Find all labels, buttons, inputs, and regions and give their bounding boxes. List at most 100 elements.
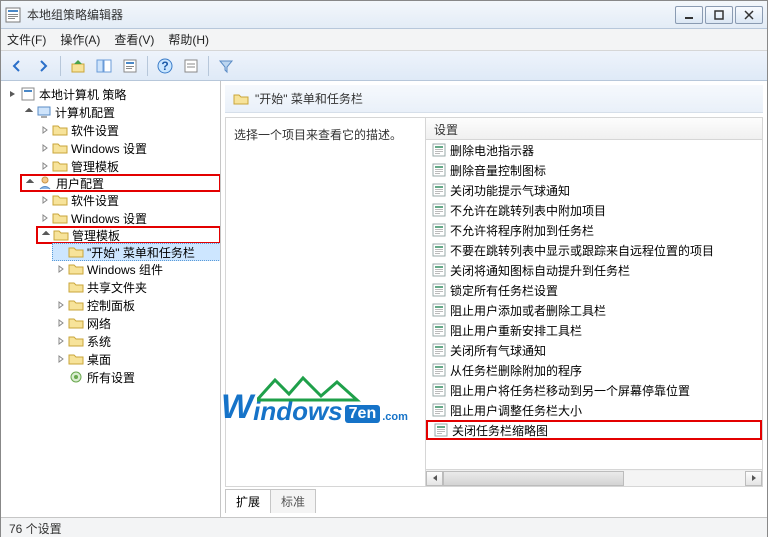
folder-icon bbox=[52, 210, 68, 226]
list-item[interactable]: 不允许在跳转列表中附加项目 bbox=[426, 200, 762, 220]
maximize-button[interactable] bbox=[705, 6, 733, 24]
tree-label: 控制面板 bbox=[87, 297, 135, 314]
expand-icon[interactable] bbox=[55, 335, 67, 347]
expand-icon[interactable] bbox=[55, 353, 67, 365]
tab-standard[interactable]: 标准 bbox=[270, 489, 316, 513]
folder-icon bbox=[68, 279, 84, 295]
tree-shared-folders[interactable]: 共享文件夹 bbox=[53, 278, 220, 296]
setting-icon bbox=[432, 283, 446, 297]
list-item[interactable]: 阻止用户重新安排工具栏 bbox=[426, 320, 762, 340]
expand-icon[interactable] bbox=[39, 124, 51, 136]
tab-extended[interactable]: 扩展 bbox=[225, 489, 271, 513]
list-item-label: 关闭将通知图标自动提升到任务栏 bbox=[450, 262, 630, 279]
collapse-icon[interactable] bbox=[7, 88, 19, 100]
list-item[interactable]: 阻止用户添加或者删除工具栏 bbox=[426, 300, 762, 320]
detail-pane: "开始" 菜单和任务栏 选择一个项目来查看它的描述。 设置 删除电池指示器删除音… bbox=[221, 81, 767, 517]
expand-icon[interactable] bbox=[39, 142, 51, 154]
menu-view[interactable]: 查看(V) bbox=[114, 31, 154, 48]
tree-label: 系统 bbox=[87, 333, 111, 350]
expand-icon[interactable] bbox=[55, 317, 67, 329]
list-item-label: 关闭所有气球通知 bbox=[450, 342, 546, 359]
forward-button[interactable] bbox=[31, 54, 55, 78]
folder-icon bbox=[52, 158, 68, 174]
toolbar-separator bbox=[208, 56, 209, 76]
setting-icon bbox=[432, 403, 446, 417]
tree-start-taskbar[interactable]: "开始" 菜单和任务栏 bbox=[52, 243, 221, 261]
list-item[interactable]: 阻止用户将任务栏移动到另一个屏幕停靠位置 bbox=[426, 380, 762, 400]
expand-icon[interactable] bbox=[40, 229, 52, 241]
tree-label: 软件设置 bbox=[71, 122, 119, 139]
scroll-track[interactable] bbox=[443, 471, 745, 486]
tree-all-settings[interactable]: 所有设置 bbox=[53, 368, 220, 386]
menu-action[interactable]: 操作(A) bbox=[60, 31, 100, 48]
tree-win-components[interactable]: Windows 组件 bbox=[53, 260, 220, 278]
setting-icon bbox=[432, 263, 446, 277]
menu-file[interactable]: 文件(F) bbox=[7, 31, 46, 48]
tree-root[interactable]: 本地计算机 策略 bbox=[5, 85, 220, 103]
list-item[interactable]: 删除电池指示器 bbox=[426, 140, 762, 160]
list-item-label: 从任务栏删除附加的程序 bbox=[450, 362, 582, 379]
setting-icon bbox=[432, 223, 446, 237]
list-item[interactable]: 不要在跳转列表中显示或跟踪来自远程位置的项目 bbox=[426, 240, 762, 260]
scroll-left-button[interactable] bbox=[426, 471, 443, 486]
column-header-setting[interactable]: 设置 bbox=[426, 118, 762, 140]
close-button[interactable] bbox=[735, 6, 763, 24]
tree-control-panel[interactable]: 控制面板 bbox=[53, 296, 220, 314]
list-item[interactable]: 关闭所有气球通知 bbox=[426, 340, 762, 360]
expand-icon[interactable] bbox=[39, 194, 51, 206]
statusbar: 76 个设置 bbox=[1, 517, 767, 537]
minimize-button[interactable] bbox=[675, 6, 703, 24]
up-button[interactable] bbox=[66, 54, 90, 78]
options-button[interactable] bbox=[179, 54, 203, 78]
folder-icon bbox=[68, 333, 84, 349]
properties-button[interactable] bbox=[118, 54, 142, 78]
tree-computer-config[interactable]: 计算机配置 bbox=[21, 103, 220, 121]
back-button[interactable] bbox=[5, 54, 29, 78]
list-item[interactable]: 关闭任务栏缩略图 bbox=[426, 420, 762, 440]
detail-header: "开始" 菜单和任务栏 bbox=[225, 85, 763, 113]
show-hide-tree-button[interactable] bbox=[92, 54, 116, 78]
list-item[interactable]: 关闭将通知图标自动提升到任务栏 bbox=[426, 260, 762, 280]
menu-help[interactable]: 帮助(H) bbox=[168, 31, 209, 48]
folder-icon bbox=[52, 192, 68, 208]
setting-icon bbox=[432, 243, 446, 257]
tree-label: 软件设置 bbox=[71, 192, 119, 209]
filter-button[interactable] bbox=[214, 54, 238, 78]
list-item[interactable]: 关闭功能提示气球通知 bbox=[426, 180, 762, 200]
tree-cc-windows[interactable]: Windows 设置 bbox=[37, 139, 220, 157]
svg-text:?: ? bbox=[161, 59, 168, 73]
tree-uc-windows[interactable]: Windows 设置 bbox=[37, 209, 220, 227]
list-item[interactable]: 删除音量控制图标 bbox=[426, 160, 762, 180]
expand-icon[interactable] bbox=[23, 106, 35, 118]
horizontal-scrollbar[interactable] bbox=[426, 469, 762, 486]
tree-label: 共享文件夹 bbox=[87, 279, 147, 296]
expand-icon[interactable] bbox=[39, 212, 51, 224]
list-item[interactable]: 阻止用户调整任务栏大小 bbox=[426, 400, 762, 420]
list-item[interactable]: 从任务栏删除附加的程序 bbox=[426, 360, 762, 380]
expand-icon[interactable] bbox=[55, 263, 67, 275]
tree-pane[interactable]: 本地计算机 策略 计算机配置 软件设置 Windows 设置 管理模板 bbox=[1, 81, 221, 517]
scroll-right-button[interactable] bbox=[745, 471, 762, 486]
help-button[interactable]: ? bbox=[153, 54, 177, 78]
tree-cc-admin[interactable]: 管理模板 bbox=[37, 157, 220, 175]
expand-icon[interactable] bbox=[39, 160, 51, 172]
tree-desktop[interactable]: 桌面 bbox=[53, 350, 220, 368]
tree-user-config[interactable]: 用户配置 bbox=[20, 174, 221, 192]
list-item-label: 阻止用户将任务栏移动到另一个屏幕停靠位置 bbox=[450, 382, 690, 399]
expand-icon[interactable] bbox=[55, 299, 67, 311]
detail-tabs: 扩展 标准 bbox=[225, 491, 763, 513]
setting-icon bbox=[432, 163, 446, 177]
expand-icon[interactable] bbox=[24, 177, 36, 189]
tree-uc-admin[interactable]: 管理模板 bbox=[36, 226, 221, 244]
tree-cc-software[interactable]: 软件设置 bbox=[37, 121, 220, 139]
list-item-label: 不允许在跳转列表中附加项目 bbox=[450, 202, 606, 219]
tree-uc-software[interactable]: 软件设置 bbox=[37, 191, 220, 209]
list-item[interactable]: 锁定所有任务栏设置 bbox=[426, 280, 762, 300]
setting-icon bbox=[432, 303, 446, 317]
list-item[interactable]: 不允许将程序附加到任务栏 bbox=[426, 220, 762, 240]
scroll-thumb[interactable] bbox=[443, 471, 624, 486]
tree-network[interactable]: 网络 bbox=[53, 314, 220, 332]
setting-icon bbox=[432, 343, 446, 357]
tree-system[interactable]: 系统 bbox=[53, 332, 220, 350]
list-body[interactable]: 删除电池指示器删除音量控制图标关闭功能提示气球通知不允许在跳转列表中附加项目不允… bbox=[426, 140, 762, 469]
